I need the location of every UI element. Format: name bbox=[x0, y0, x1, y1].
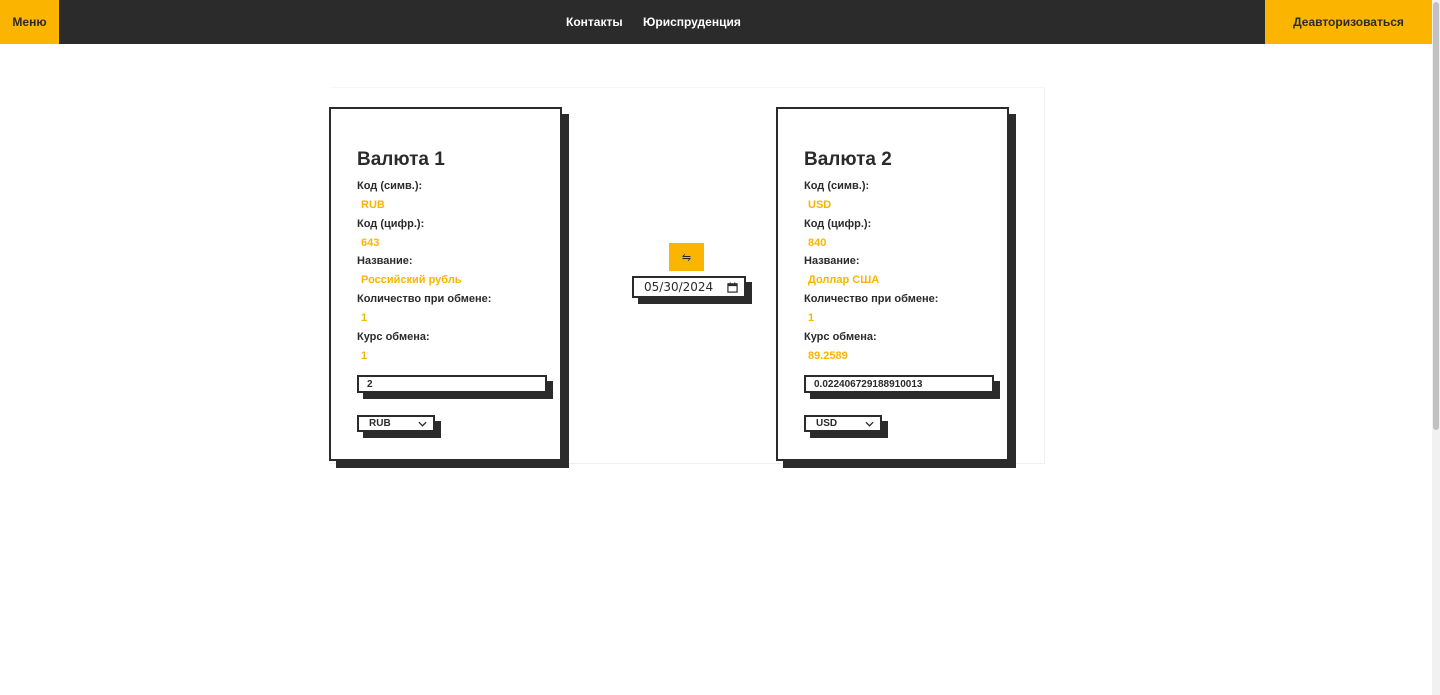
menu-button[interactable]: Меню bbox=[0, 0, 59, 44]
currency-2-amount-input[interactable]: 0.022406729188910013 bbox=[804, 375, 994, 393]
currency-2-title: Валюта 2 bbox=[804, 149, 892, 170]
currency-1-name-label: Название: bbox=[357, 255, 413, 267]
currency-1-num-code: 643 bbox=[361, 237, 380, 249]
currency-2-rate: 89.2589 bbox=[808, 350, 848, 362]
currency-1-char-code-label: Код (симв.): bbox=[357, 180, 423, 192]
currency-2-selected-value: USD bbox=[816, 418, 838, 429]
currency-2-num-code-label: Код (цифр.): bbox=[804, 218, 872, 230]
currency-1-rate: 1 bbox=[361, 350, 368, 362]
page-scrollbar[interactable] bbox=[1432, 0, 1440, 695]
currency-2-select[interactable]: USD bbox=[804, 415, 882, 432]
nav-link-contacts[interactable]: Контакты bbox=[566, 0, 623, 44]
swap-currencies-button[interactable]: ⇋ bbox=[669, 243, 704, 271]
logout-button[interactable]: Деавторизоваться bbox=[1265, 0, 1432, 44]
top-navbar: Меню Контакты Юриспруденция Деавторизова… bbox=[0, 0, 1432, 44]
scrollbar-thumb[interactable] bbox=[1433, 2, 1439, 430]
chevron-down-icon bbox=[865, 421, 874, 427]
currency-1-char-code: RUB bbox=[361, 199, 385, 211]
currency-2-char-code-label: Код (симв.): bbox=[804, 180, 870, 192]
currency-2-num-code: 840 bbox=[808, 237, 827, 249]
swap-icon: ⇋ bbox=[681, 251, 692, 264]
nav-link-jurisprudence[interactable]: Юриспруденция bbox=[643, 0, 741, 44]
currency-2-name: Доллар США bbox=[808, 274, 880, 286]
currency-1-select[interactable]: RUB bbox=[357, 415, 435, 432]
currency-2-amount-value: 0.022406729188910013 bbox=[814, 378, 923, 390]
calendar-icon[interactable] bbox=[727, 281, 738, 293]
currency-1-name: Российский рубль bbox=[361, 274, 462, 286]
date-value: 05/30/2024 bbox=[644, 280, 714, 294]
currency-1-nominal: 1 bbox=[361, 312, 368, 324]
currency-1-rate-label: Курс обмена: bbox=[357, 331, 430, 343]
currency-1-title: Валюта 1 bbox=[357, 149, 445, 170]
date-input[interactable]: 05/30/2024 bbox=[632, 276, 746, 298]
currency-1-selected-value: RUB bbox=[369, 418, 391, 429]
currency-card-1: Валюта 1 Код (симв.): RUB Код (цифр.): 6… bbox=[329, 107, 562, 461]
currency-card-2: Валюта 2 Код (симв.): USD Код (цифр.): 8… bbox=[776, 107, 1009, 461]
currency-1-nominal-label: Количество при обмене: bbox=[357, 293, 492, 305]
chevron-down-icon bbox=[418, 421, 427, 427]
currency-1-amount-input[interactable]: 2 bbox=[357, 375, 547, 393]
currency-1-amount-value: 2 bbox=[367, 378, 373, 390]
currency-2-char-code: USD bbox=[808, 199, 832, 211]
currency-1-num-code-label: Код (цифр.): bbox=[357, 218, 425, 230]
currency-2-nominal-label: Количество при обмене: bbox=[804, 293, 939, 305]
currency-2-nominal: 1 bbox=[808, 312, 815, 324]
currency-2-rate-label: Курс обмена: bbox=[804, 331, 877, 343]
currency-2-name-label: Название: bbox=[804, 255, 860, 267]
